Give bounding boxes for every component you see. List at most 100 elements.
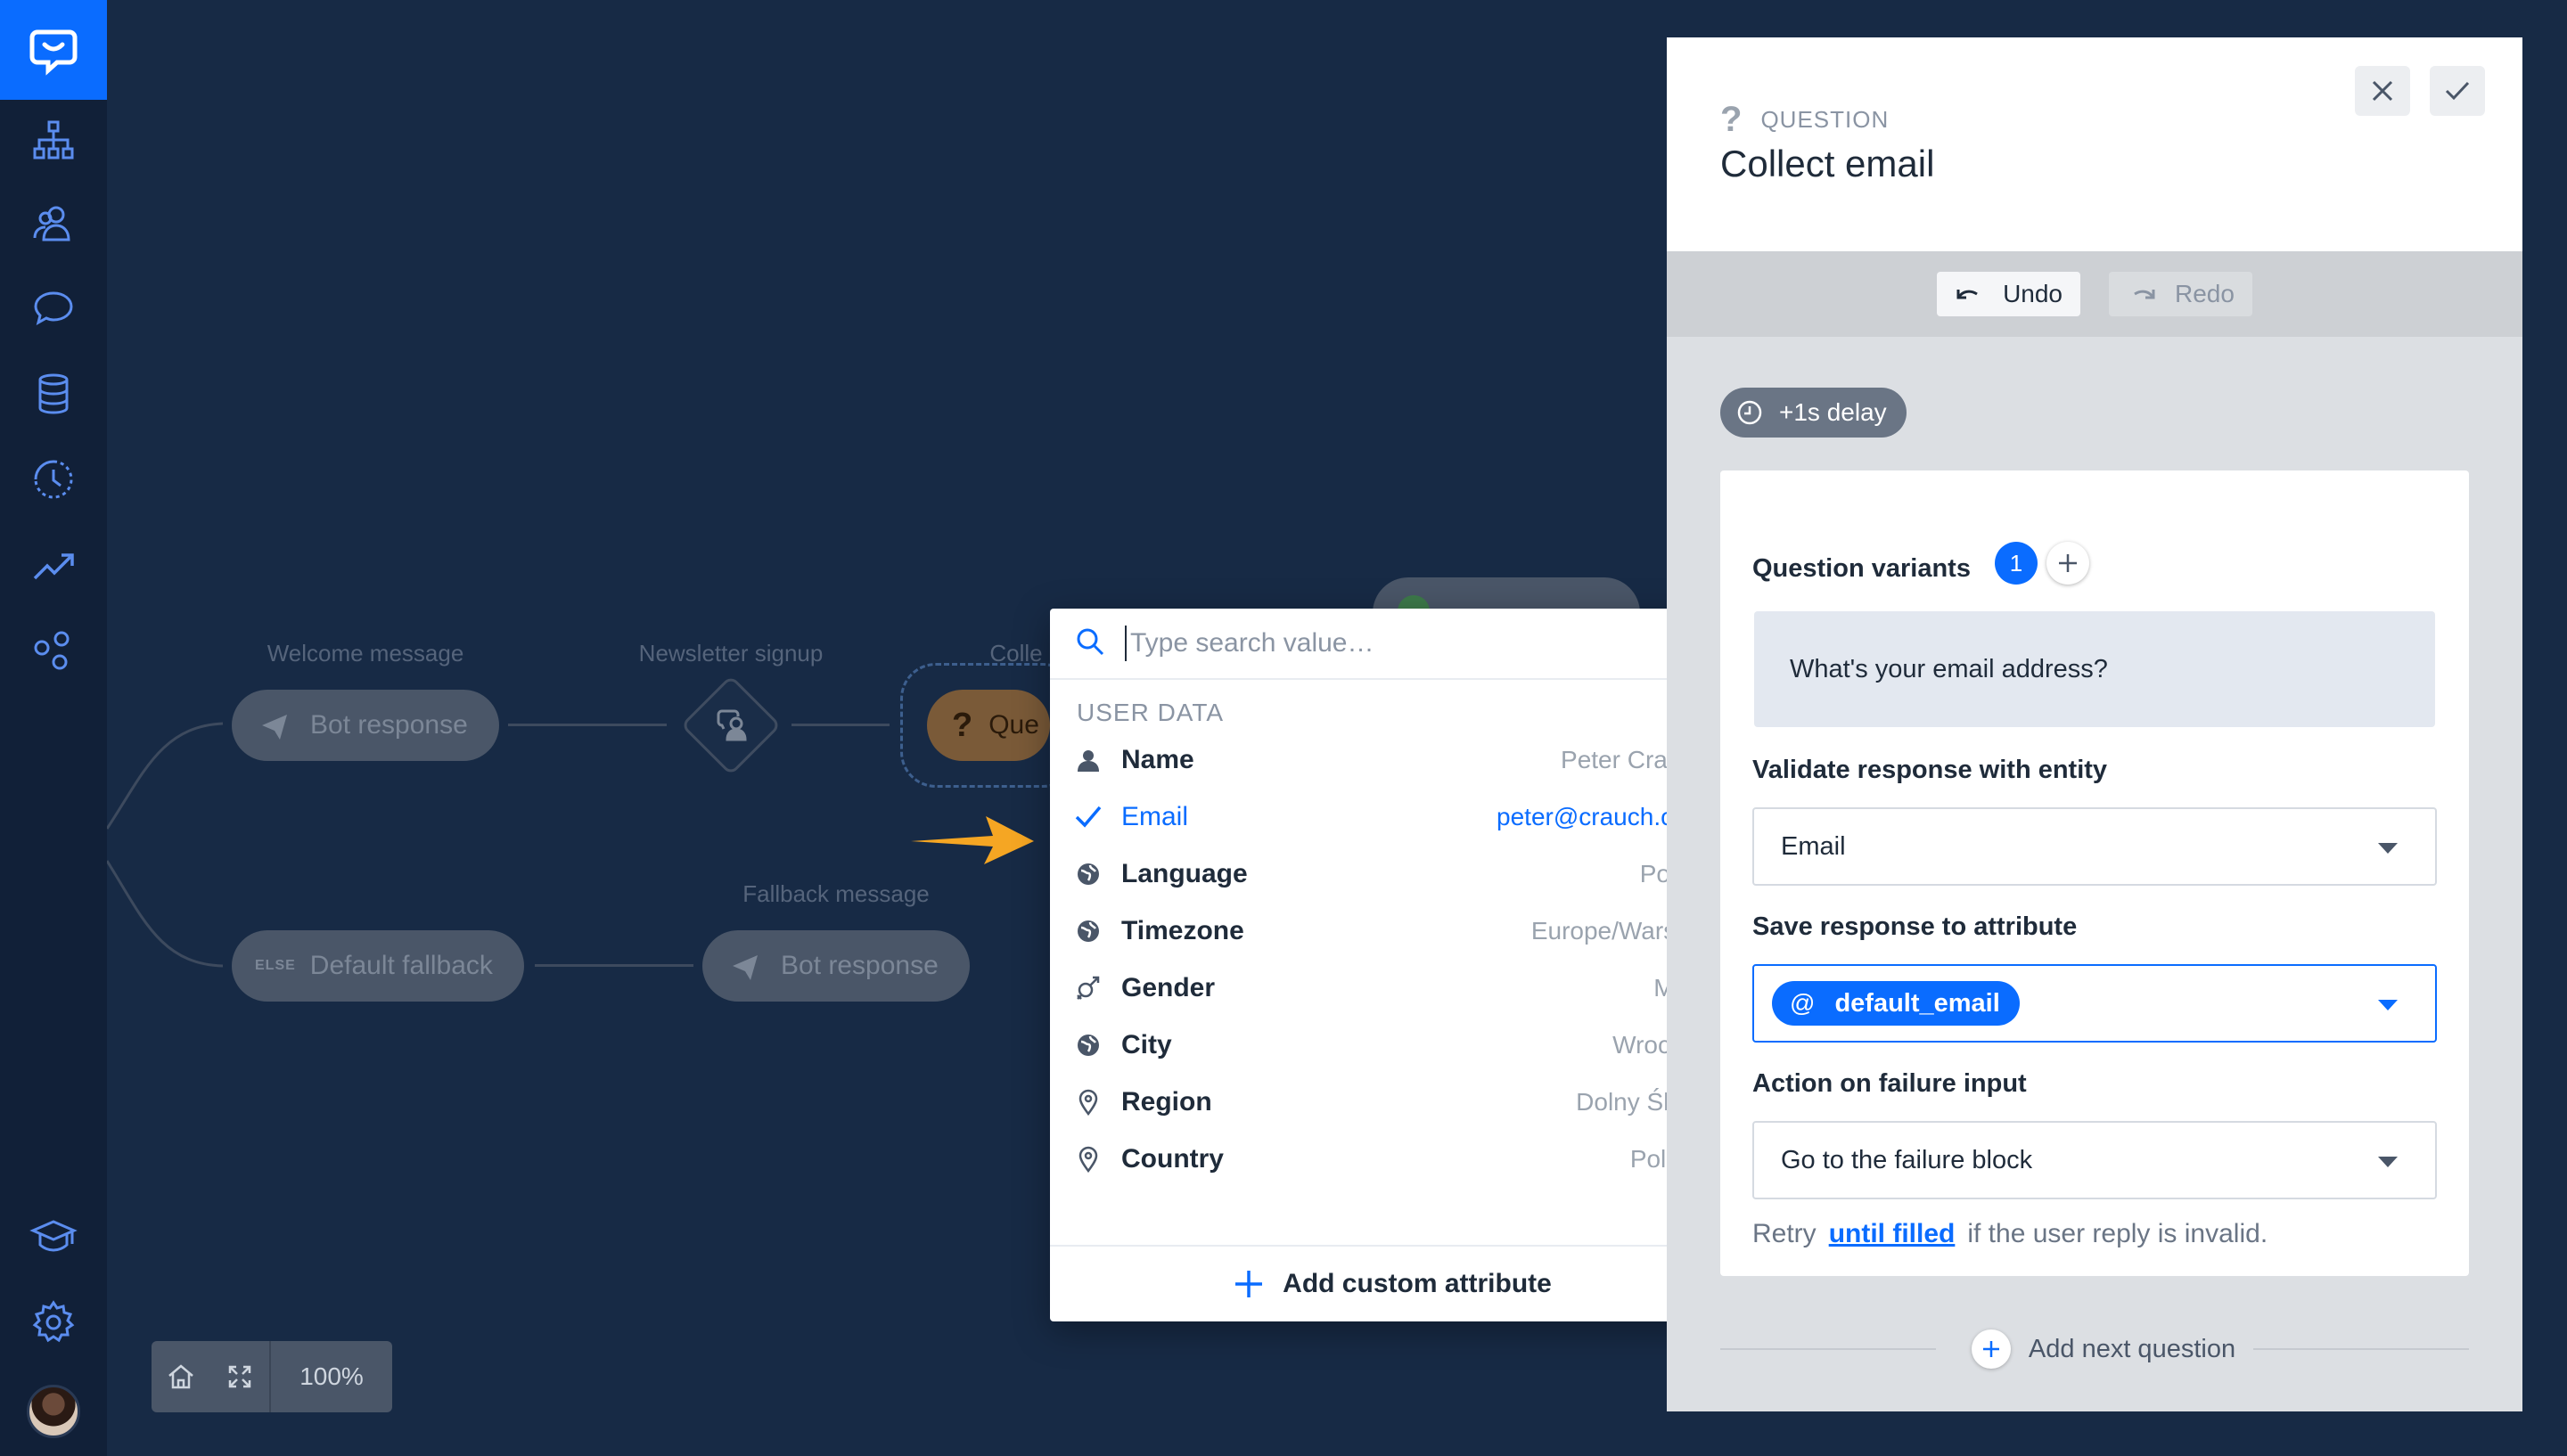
plus-icon <box>1971 1329 2011 1369</box>
text-caret <box>1125 626 1127 661</box>
option-email[interactable]: Email peter@crauch.com <box>1050 789 1735 846</box>
collect-question-node[interactable]: ? Que <box>927 690 1050 761</box>
welcome-bot-response[interactable]: Bot response <box>232 690 499 761</box>
validate-label: Validate response with entity <box>1752 756 2108 784</box>
question-icon: ? <box>952 706 973 744</box>
option-label: Gender <box>1121 973 1216 1002</box>
option-label: Region <box>1121 1087 1212 1117</box>
globe-icon <box>1075 1033 1102 1058</box>
attribute-chip[interactable]: @ default_email <box>1772 981 2020 1026</box>
section-title: USER DATA <box>1077 699 1225 726</box>
close-icon <box>2372 80 2393 102</box>
retry-text: Retry until filled if the user reply is in… <box>1752 1219 2268 1249</box>
question-variant-input[interactable]: What's your email address? <box>1754 611 2435 727</box>
option-country[interactable]: Country Poland <box>1050 1131 1735 1188</box>
gender-icon <box>1075 975 1102 1002</box>
default-fallback-node[interactable]: ELSE Default fallback <box>232 930 524 1002</box>
save-attribute-label: Save response to attribute <box>1752 912 2078 941</box>
home-icon[interactable] <box>152 1341 210 1412</box>
pin-icon <box>1075 1146 1102 1173</box>
footer-label: Add custom attribute <box>1283 1269 1552 1298</box>
dropdown-arrow-icon <box>2378 843 2398 854</box>
fallback-bot-response[interactable]: Bot response <box>702 930 970 1002</box>
send-icon <box>258 709 291 741</box>
option-region[interactable]: Region Dolny Śląsk <box>1050 1074 1735 1131</box>
chat-icon[interactable] <box>27 283 80 337</box>
panel-header: ? QUESTION Collect email <box>1667 37 2522 251</box>
option-city[interactable]: City Wroclaw <box>1050 1017 1735 1074</box>
option-language[interactable]: Language Polish <box>1050 846 1735 903</box>
at-icon: @ <box>1790 989 1816 1017</box>
connector <box>791 724 890 726</box>
sidebar <box>0 0 107 1456</box>
kicker-text: QUESTION <box>1760 106 1890 133</box>
undo-button[interactable]: Undo <box>1937 272 2080 316</box>
search-bar <box>1050 609 1735 680</box>
pin-icon <box>1075 1089 1102 1116</box>
question-panel: ? QUESTION Collect email Undo Redo +1s d… <box>1667 37 2522 1411</box>
connector <box>535 964 693 967</box>
analytics-icon[interactable] <box>27 538 80 592</box>
next-node[interactable] <box>1373 577 1640 613</box>
plus-icon <box>2059 554 2077 572</box>
academy-icon[interactable] <box>27 1210 80 1264</box>
validate-entity-select[interactable]: Email <box>1752 807 2437 886</box>
retry-prefix: Retry <box>1752 1219 1817 1248</box>
check-icon <box>2445 81 2470 101</box>
avatar[interactable] <box>27 1385 80 1438</box>
failure-action-select[interactable]: Go to the failure block <box>1752 1121 2437 1199</box>
pill-label: Bot response <box>310 710 468 740</box>
variants-count-badge[interactable]: 1 <box>1995 542 2038 585</box>
option-label: Country <box>1121 1144 1224 1174</box>
page-title: Collect email <box>1720 143 1935 184</box>
delay-badge[interactable]: +1s delay <box>1720 388 1907 438</box>
send-icon <box>729 950 761 982</box>
check-icon <box>1075 805 1102 830</box>
redo-button[interactable]: Redo <box>2109 272 2252 316</box>
clock-icon <box>1737 400 1762 425</box>
fullscreen-icon[interactable] <box>210 1341 269 1412</box>
panel-kicker: ? QUESTION <box>1720 100 1889 140</box>
retry-mode-link[interactable]: until filled <box>1829 1219 1956 1248</box>
search-input[interactable] <box>1128 627 1663 659</box>
dropdown-arrow-icon <box>2378 1157 2398 1167</box>
question-card: Question variants 1 What's your email ad… <box>1720 470 2469 1276</box>
option-timezone[interactable]: Timezone Europe/Warsaw <box>1050 903 1735 960</box>
welcome-label: Welcome message <box>267 640 464 667</box>
settings-icon[interactable] <box>27 1296 80 1349</box>
redo-icon <box>2134 290 2155 299</box>
flow-icon[interactable] <box>27 114 80 168</box>
option-name[interactable]: Name Peter Crauch <box>1050 732 1735 789</box>
logo-icon[interactable] <box>0 0 107 100</box>
globe-icon <box>1075 862 1102 887</box>
add-next-question-row: Add next question <box>1667 1321 2522 1378</box>
pill-label: Que <box>988 710 1039 740</box>
select-value: Go to the failure block <box>1781 1145 2033 1174</box>
database-icon[interactable] <box>27 367 80 421</box>
newsletter-label: Newsletter signup <box>638 640 824 667</box>
pill-label: Bot response <box>781 951 939 980</box>
history-icon[interactable] <box>27 453 80 506</box>
option-label: Email <box>1121 802 1189 831</box>
attribute-value: default_email <box>1834 988 2000 1018</box>
undo-icon <box>1956 290 1978 299</box>
confirm-button[interactable] <box>2430 66 2485 116</box>
save-attribute-select[interactable]: @ default_email <box>1752 964 2437 1043</box>
undo-toolbar: Undo Redo <box>1667 251 2522 337</box>
select-value: Email <box>1781 831 1846 861</box>
add-custom-attribute-button[interactable]: Add custom attribute <box>1050 1245 1735 1321</box>
flow-connector <box>107 722 224 968</box>
option-gender[interactable]: Gender Male <box>1050 960 1735 1017</box>
add-next-question-button[interactable]: Add next question <box>1935 1329 2254 1369</box>
plus-icon <box>1235 1271 1263 1297</box>
integrations-icon[interactable] <box>27 624 80 677</box>
zoom-level[interactable]: 100% <box>271 1362 392 1391</box>
failure-action-label: Action on failure input <box>1752 1069 2027 1098</box>
dropdown-arrow-icon <box>2378 1000 2398 1010</box>
delay-label: +1s delay <box>1779 398 1887 426</box>
add-variant-button[interactable] <box>2046 542 2089 585</box>
users-icon[interactable] <box>27 198 80 251</box>
attribute-dropdown: USER DATA Name Peter Crauch Email peter@… <box>1050 609 1735 1321</box>
redo-label: Redo <box>2175 280 2235 307</box>
close-button[interactable] <box>2355 66 2410 116</box>
